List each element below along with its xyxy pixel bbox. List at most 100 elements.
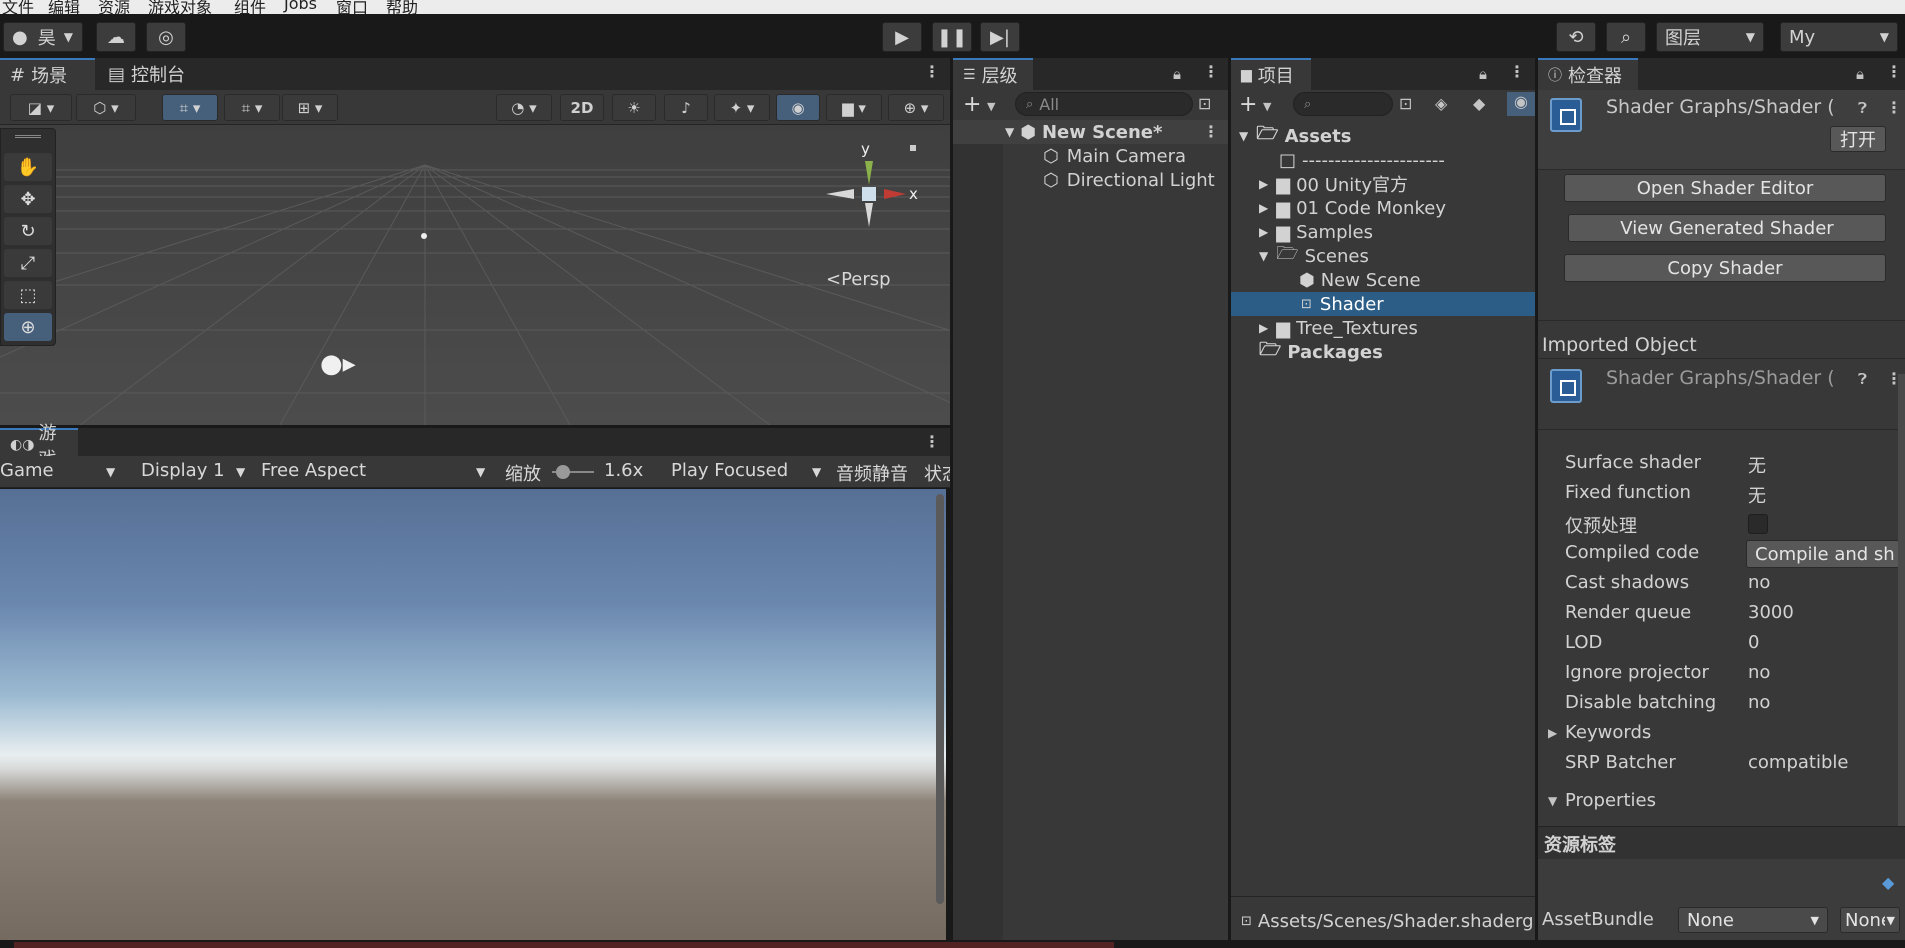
move-tool[interactable]: ✥ <box>4 185 52 213</box>
assetbundle-dropdown[interactable]: None ▼ <box>1678 907 1828 933</box>
game-viewport[interactable] <box>0 489 946 948</box>
add-icon[interactable]: + <box>963 92 981 117</box>
assets-folder-row[interactable]: ▼ 🗁︎ Assets <box>1239 123 1351 148</box>
inspector-scrollbar[interactable] <box>1898 374 1905 874</box>
rotate-tool[interactable]: ↻ <box>4 217 52 245</box>
menu-window[interactable]: 窗口 <box>336 0 368 14</box>
menu-gameobject[interactable]: 游戏对象 <box>148 0 212 14</box>
layout-dropdown[interactable]: My ▼ <box>1780 22 1898 52</box>
menu-jobs[interactable]: Jobs <box>284 0 317 13</box>
expand-arrow-icon[interactable]: ▶ <box>1259 177 1268 191</box>
expand-arrow-icon[interactable]: ▶ <box>1259 225 1268 239</box>
mute-toggle[interactable]: 音频静音 <box>836 460 908 486</box>
camera-gizmo-icon[interactable]: ●▸ <box>320 349 356 379</box>
scale-tool[interactable]: ⤢ <box>4 249 52 277</box>
keywords-foldout[interactable]: Keywords <box>1565 722 1651 743</box>
play-button[interactable]: ▶ <box>882 22 922 52</box>
expand-arrow-icon[interactable]: ▼ <box>1005 125 1014 139</box>
game-scrollbar[interactable] <box>936 494 944 904</box>
hierarchy-search-input[interactable]: ⌕ All <box>1015 92 1193 116</box>
orientation-dropdown[interactable]: ◔ ▾ <box>496 94 552 121</box>
ruler-toggle[interactable]: ⊞ ▾ <box>282 94 338 121</box>
rect-tool[interactable]: ⬚ <box>4 281 52 309</box>
hierarchy-item-main-camera[interactable]: ⬡ Main Camera <box>1043 144 1186 168</box>
expand-arrow-icon[interactable]: ▶ <box>1548 726 1557 740</box>
hierarchy-item-directional-light[interactable]: ⬡ Directional Light <box>1043 168 1215 192</box>
tag-icon[interactable]: ◆ <box>1473 94 1485 113</box>
display-dropdown[interactable]: Display 1 <box>141 460 225 481</box>
pause-button[interactable]: ❚❚ <box>932 22 972 52</box>
lock-icon[interactable]: 🔒︎ <box>1479 65 1487 83</box>
lock-icon[interactable]: 🔒︎ <box>1856 65 1864 83</box>
history-button[interactable]: ⟲ <box>1556 22 1596 52</box>
tab-inspector[interactable]: ⓘ 检查器 <box>1538 58 1638 90</box>
tab-hierarchy[interactable]: ☰ 层级 <box>953 58 1033 90</box>
camera-dropdown[interactable]: ▆ ▾ <box>826 94 882 121</box>
view-generated-shader-button[interactable]: View Generated Shader <box>1568 214 1886 242</box>
scale-slider[interactable] <box>552 465 594 479</box>
more-icon[interactable]: ⋮ <box>1203 62 1219 81</box>
menu-component[interactable]: 组件 <box>234 0 266 14</box>
search-button[interactable]: ⌕ <box>1606 22 1646 52</box>
asset-row-selected[interactable]: ⊡ Shader <box>1231 292 1535 316</box>
tab-console[interactable]: ▤ 控制台 <box>98 58 208 90</box>
folder-row[interactable]: ▶ ▆ 00 Unity官方 <box>1259 172 1408 197</box>
separator-item[interactable]: □ ---------------------- <box>1279 148 1445 172</box>
menu-help[interactable]: 帮助 <box>386 0 418 14</box>
folder-row[interactable]: ▶ ▆ 01 Code Monkey <box>1259 196 1446 220</box>
expand-arrow-icon[interactable]: ▶ <box>1259 321 1268 335</box>
more-icon[interactable]: ⋮ <box>1886 98 1902 117</box>
add-icon[interactable]: + <box>1239 92 1257 117</box>
shading-dropdown[interactable]: ⬡ ▾ <box>76 94 136 121</box>
folder-row[interactable]: ▶ ▆ Tree_Textures <box>1259 316 1418 340</box>
folder-row[interactable]: ▼ 🗁︎ Scenes <box>1259 243 1369 268</box>
more-icon[interactable]: ⋮ <box>924 62 940 81</box>
lighting-toggle[interactable]: ☀ <box>612 94 656 121</box>
lock-icon[interactable]: 🔒︎ <box>1173 65 1181 83</box>
aspect-dropdown[interactable]: Free Aspect <box>261 460 366 481</box>
account-dropdown[interactable]: ● 昊 ▼ <box>3 22 83 52</box>
tag-icon[interactable]: ◆ <box>1882 873 1894 892</box>
tab-project[interactable]: ▆ 项目 <box>1231 58 1311 90</box>
copy-shader-button[interactable]: Copy Shader <box>1564 254 1886 282</box>
audio-toggle[interactable]: ♪ <box>664 94 708 121</box>
stats-toggle[interactable]: 状态 <box>924 460 950 486</box>
gizmos-dropdown[interactable]: ⊕ ▾ <box>888 94 944 121</box>
filter-type-icon[interactable]: ◈ <box>1435 94 1447 113</box>
game-view-dropdown[interactable]: Game <box>0 460 54 481</box>
more-icon[interactable]: ⋮ <box>924 432 940 451</box>
menu-edit[interactable]: 编辑 <box>48 0 80 14</box>
drag-handle-icon[interactable] <box>15 135 41 138</box>
play-mode-dropdown[interactable]: Play Focused <box>671 460 788 481</box>
draw-mode-dropdown[interactable]: ◪ ▾ <box>10 94 72 121</box>
collab-button[interactable]: ◎ <box>146 22 186 52</box>
visibility-toggle[interactable]: ◉ <box>776 94 820 121</box>
status-message[interactable] <box>14 942 1114 948</box>
scene-viewport[interactable]: ●▸ y x <Persp <box>0 125 950 425</box>
hand-tool[interactable]: ✋ <box>4 153 52 181</box>
assetbundle-variant-dropdown[interactable]: None ▼ <box>1840 907 1900 933</box>
packages-folder-row[interactable]: 🗁︎ Packages <box>1259 339 1383 364</box>
step-button[interactable]: ▶| <box>980 22 1020 52</box>
expand-arrow-icon[interactable]: ▼ <box>1548 794 1557 808</box>
cloud-button[interactable]: ☁ <box>96 22 136 52</box>
transform-tool[interactable]: ⊕ <box>4 313 52 341</box>
search-options-icon[interactable]: ⊡ <box>1399 94 1412 113</box>
open-button[interactable]: 打开 <box>1830 126 1886 152</box>
layers-dropdown[interactable]: 图层 ▼ <box>1656 22 1764 52</box>
snap-increment-toggle[interactable]: ⌗ ▾ <box>224 94 280 121</box>
persp-label[interactable]: <Persp <box>826 269 891 290</box>
hidden-packages-icon[interactable]: ◉ <box>1507 92 1535 116</box>
properties-foldout[interactable]: Properties <box>1565 790 1656 811</box>
more-icon[interactable]: ⋮ <box>1203 122 1219 141</box>
grid-snap-toggle[interactable]: ⌗ ▾ <box>162 94 218 121</box>
scale-slider-thumb[interactable] <box>556 465 570 479</box>
expand-arrow-icon[interactable]: ▼ <box>1259 249 1268 263</box>
help-icon[interactable]: ❓︎ <box>1858 99 1867 117</box>
scene-row[interactable]: ▼ ⬢ New Scene* ⋮ <box>953 120 1228 144</box>
project-search-input[interactable]: ⌕ <box>1293 92 1393 116</box>
help-icon[interactable]: ❓︎ <box>1858 370 1867 388</box>
menu-assets[interactable]: 资源 <box>98 0 130 14</box>
menu-file[interactable]: 文件 <box>2 0 34 14</box>
compile-and-show-button[interactable]: Compile and sh <box>1746 540 1905 568</box>
